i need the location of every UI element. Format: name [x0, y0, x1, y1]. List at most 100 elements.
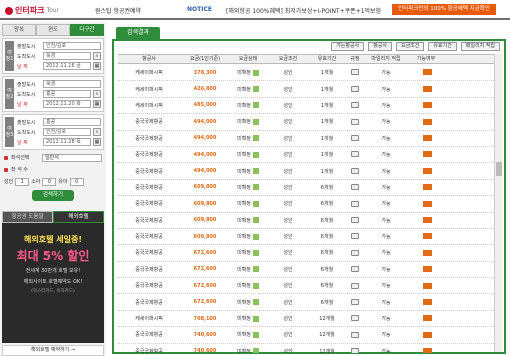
logo[interactable]: 인터파크 Tour	[5, 5, 59, 16]
calendar-icon[interactable]: ▦	[93, 62, 101, 70]
table-row[interactable]: 중국국제항공 494,000 미확정 성인 1개월 가능	[118, 163, 498, 180]
depart-input[interactable]: 북경	[43, 80, 101, 88]
info-icon[interactable]	[252, 86, 259, 93]
book-button[interactable]	[422, 233, 432, 240]
arrive-input[interactable]: 북경	[43, 52, 91, 60]
book-button[interactable]	[422, 298, 432, 305]
calendar-icon[interactable]: ▦	[93, 138, 101, 146]
table-row[interactable]: 중국국제항공 672,600 미확정 성인 6개월 가능	[118, 262, 498, 279]
info-icon[interactable]	[252, 233, 259, 240]
notice-text[interactable]: [해외항공 100%혜택] 최저가보상+I-POINT+쿠폰+1억보험	[226, 6, 381, 15]
table-row[interactable]: 중국국제항공 494,000 미확정 성인 1개월 가능	[118, 147, 498, 164]
rules-icon[interactable]	[351, 348, 359, 353]
tab-help[interactable]: 항공권 도움말	[2, 211, 53, 223]
search-button[interactable]: 검색하기	[32, 190, 74, 201]
tab-oneway[interactable]: 편도	[36, 24, 70, 36]
tab-results[interactable]: 검색결과	[116, 27, 160, 39]
table-row[interactable]: 중국국제항공 672,600 미확정 성인 6개월 가능	[118, 294, 498, 311]
info-icon[interactable]	[252, 282, 259, 289]
rules-icon[interactable]	[351, 315, 359, 322]
infant-count[interactable]: 0	[69, 177, 84, 186]
info-icon[interactable]	[252, 184, 259, 191]
rules-icon[interactable]	[351, 282, 359, 289]
rules-icon[interactable]	[351, 135, 359, 141]
table-row[interactable]: 중국국제항공 609,800 미확정 성인 6개월 가능	[118, 196, 498, 213]
filter-outbound-airline[interactable]: 가는항공사	[331, 42, 365, 51]
rules-icon[interactable]	[351, 184, 359, 191]
rules-icon[interactable]	[351, 200, 359, 207]
info-icon[interactable]	[252, 266, 259, 273]
book-button[interactable]	[422, 331, 432, 338]
book-button[interactable]	[422, 315, 432, 322]
calendar-icon[interactable]: ▦	[93, 100, 101, 108]
rules-icon[interactable]	[351, 102, 359, 109]
book-button[interactable]	[422, 216, 432, 223]
book-button[interactable]	[422, 135, 432, 141]
info-icon[interactable]	[252, 299, 259, 306]
date-input[interactable]: 2012.11.28 목	[43, 138, 91, 146]
table-row[interactable]: 중국국제항공 609,800 미확정 성인 6개월 가능	[118, 180, 498, 197]
seat-class-select[interactable]: 일반석	[42, 153, 102, 162]
info-icon[interactable]	[252, 249, 259, 256]
promo-banner[interactable]: 인터파크만의 100% 항공혜택 지금확인	[392, 4, 496, 15]
info-icon[interactable]	[252, 348, 259, 353]
rules-icon[interactable]	[351, 118, 359, 125]
rules-icon[interactable]	[351, 298, 359, 305]
table-row[interactable]: 케세이퍼시픽 426,800 미확정 성인 1개월 가능	[118, 81, 498, 98]
book-button[interactable]	[422, 69, 432, 76]
date-input[interactable]: 2012.11.20 화	[43, 100, 91, 108]
info-icon[interactable]	[252, 102, 259, 109]
filter-validity[interactable]: 유효기간	[428, 42, 457, 51]
arrive-input[interactable]: 인천/김포	[43, 128, 91, 136]
book-button[interactable]	[422, 249, 432, 256]
book-button[interactable]	[422, 266, 432, 273]
rules-icon[interactable]	[351, 216, 359, 223]
col-fare[interactable]: 요금(1인기준)	[180, 55, 230, 63]
depart-input[interactable]: 인천/김포	[43, 42, 101, 50]
table-row[interactable]: 중국국제항공 672,600 미확정 성인 6개월 가능	[118, 245, 498, 262]
table-row[interactable]: 케세이퍼시픽 485,000 미확정 성인 1개월 가능	[118, 98, 498, 115]
table-row[interactable]: 중국국제항공 740,600 미확정 성인 12개월 가능	[118, 344, 498, 353]
book-button[interactable]	[422, 184, 432, 191]
table-row[interactable]: 케세이퍼시픽 708,100 미확정 성인 12개월 가능	[118, 311, 498, 328]
book-button[interactable]	[422, 102, 432, 109]
table-row[interactable]: 중국국제항공 672,600 미확정 성인 6개월 가능	[118, 278, 498, 295]
tab-hotel[interactable]: 해외호텔	[53, 211, 104, 223]
table-row[interactable]: 중국국제항공 494,000 미확정 성인 1개월 가능	[118, 131, 498, 147]
info-icon[interactable]	[252, 118, 259, 125]
table-row[interactable]: 중국국제항공 609,800 미확정 성인 6개월 가능	[118, 229, 498, 246]
rules-icon[interactable]	[351, 167, 359, 174]
info-icon[interactable]	[252, 217, 259, 224]
tab-roundtrip[interactable]: 왕복	[2, 24, 36, 36]
rules-icon[interactable]	[351, 249, 359, 256]
tab-multicity[interactable]: 다구간	[70, 24, 104, 36]
depart-input[interactable]: 홍콩	[43, 118, 101, 126]
table-row[interactable]: 중국국제항공 609,800 미확정 성인 6개월 가능	[118, 213, 498, 229]
col-airline[interactable]: 항공사	[118, 55, 180, 63]
info-icon[interactable]	[252, 151, 259, 158]
info-icon[interactable]	[252, 200, 259, 207]
info-icon[interactable]	[252, 331, 259, 338]
rules-icon[interactable]	[351, 69, 359, 76]
info-icon[interactable]	[252, 69, 259, 76]
book-button[interactable]	[422, 200, 432, 207]
child-count[interactable]: 0	[42, 177, 57, 186]
search-icon[interactable]: ⌕	[93, 128, 101, 136]
table-row[interactable]: 중국국제항공 740,600 미확정 성인 12개월 가능	[118, 327, 498, 344]
book-button[interactable]	[422, 348, 432, 353]
date-input[interactable]: 2012.11.16 금	[43, 62, 91, 70]
scrollbar[interactable]	[494, 54, 502, 352]
hotel-ad-banner[interactable]: 해외호텔 세일중! 최대 5% 할인 전세계 30만개 호텔 보유! 해외사이트…	[2, 223, 104, 343]
rules-icon[interactable]	[351, 151, 359, 158]
rules-icon[interactable]	[351, 331, 359, 338]
table-row[interactable]: 케세이퍼시픽 378,300 미확정 성인 1개월 가능	[118, 65, 498, 82]
scrollbar-thumb[interactable]	[496, 162, 502, 176]
adult-count[interactable]: 1	[15, 177, 30, 186]
table-row[interactable]: 중국국제항공 494,000 미확정 성인 1개월 가능	[118, 114, 498, 131]
info-icon[interactable]	[252, 168, 259, 175]
filter-fare-condition[interactable]: 요금조건	[395, 42, 425, 51]
filter-airline[interactable]: 항공사	[368, 42, 392, 51]
rules-icon[interactable]	[351, 233, 359, 240]
search-icon[interactable]: ⌕	[93, 52, 101, 60]
book-button[interactable]	[422, 282, 432, 289]
